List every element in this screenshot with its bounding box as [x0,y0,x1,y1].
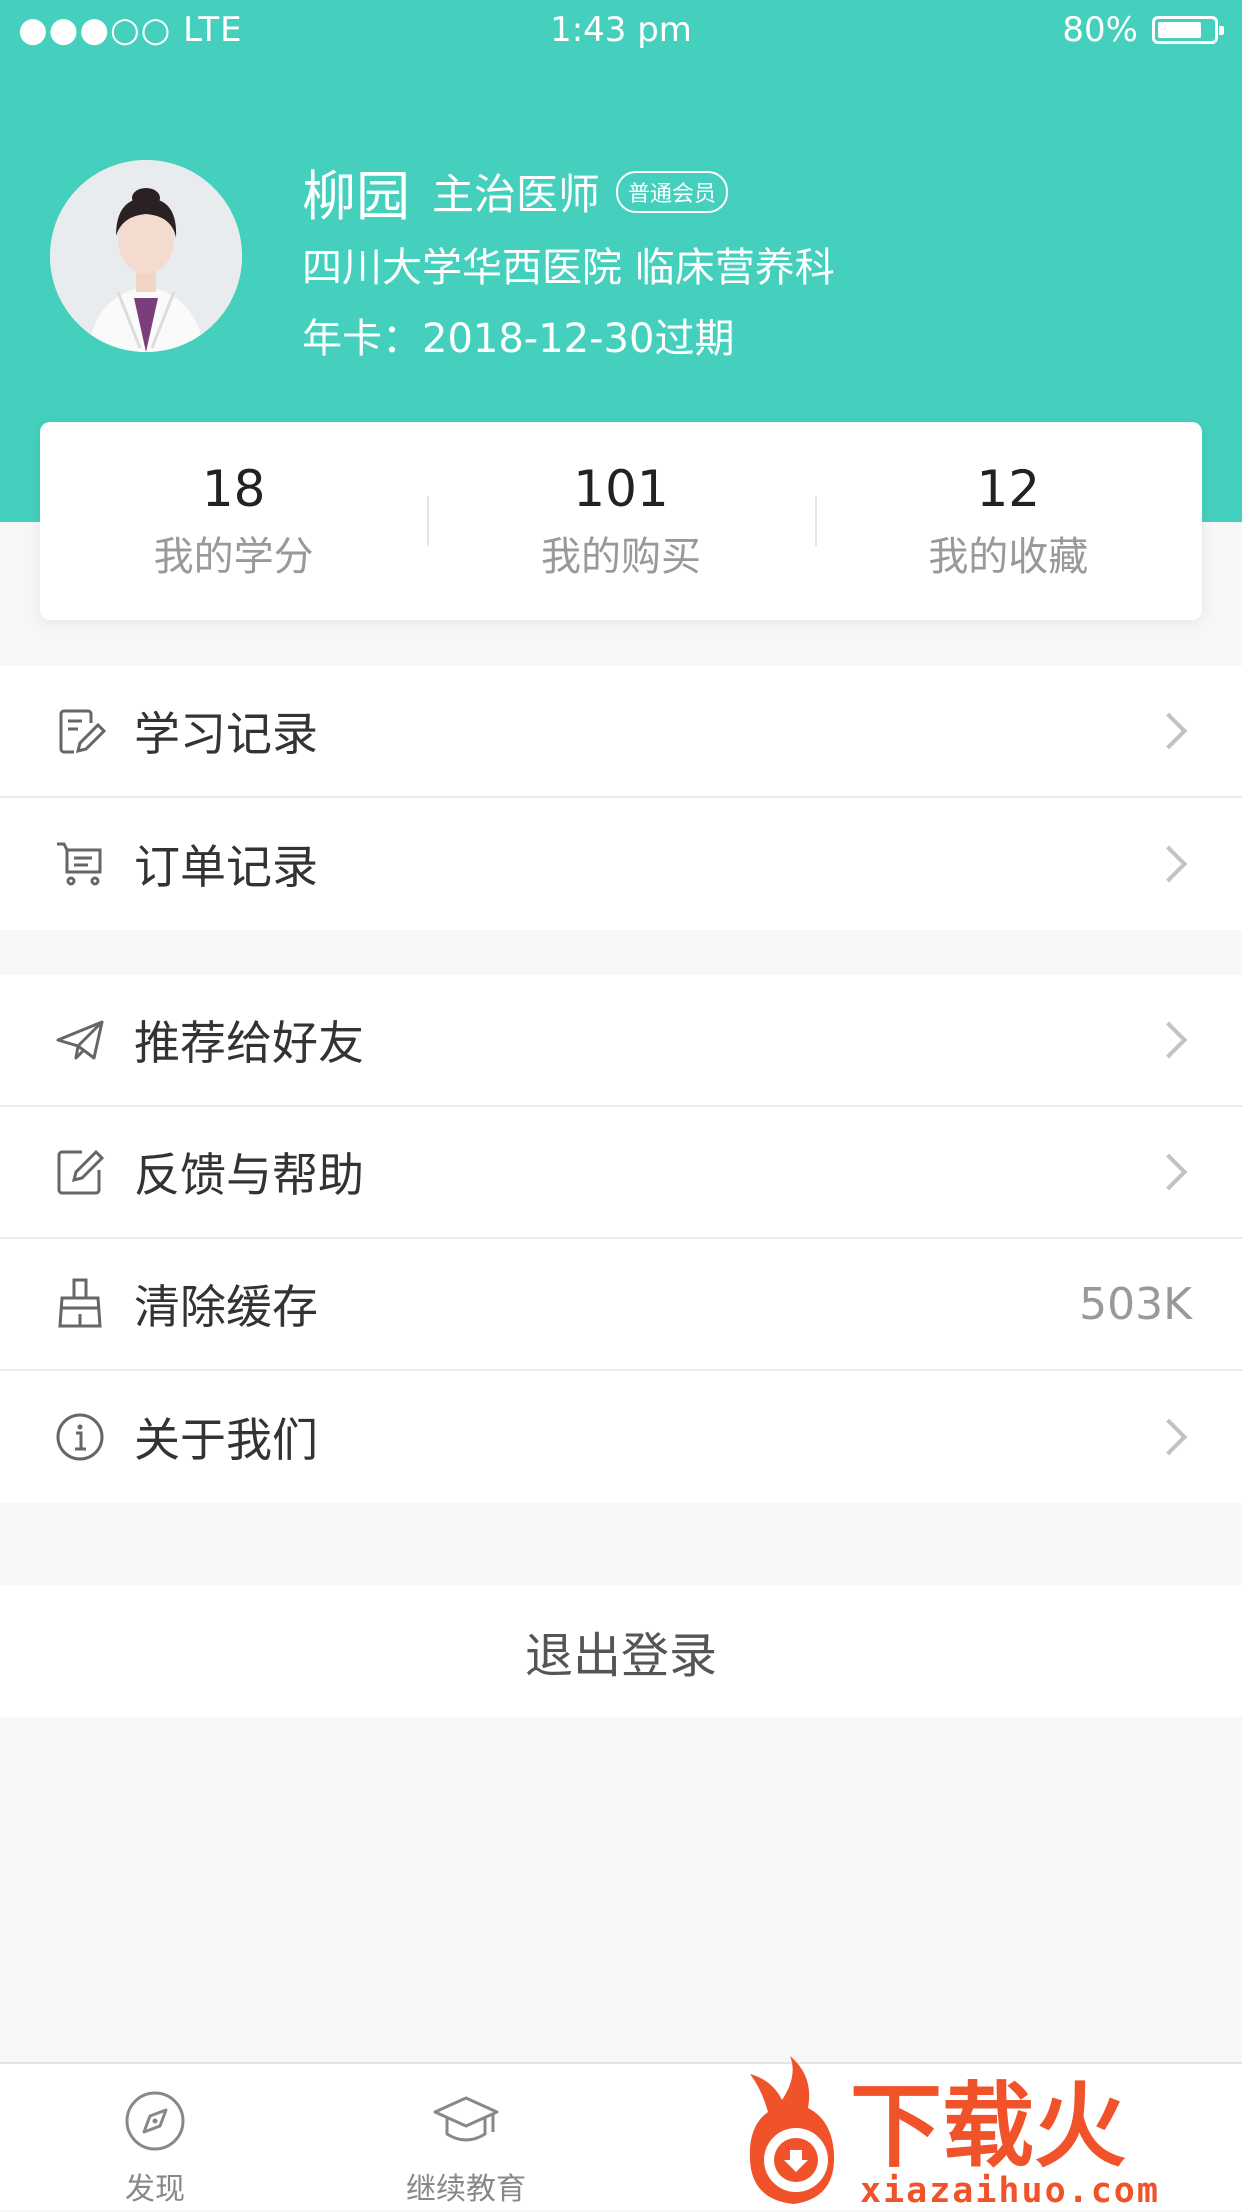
status-time: 1:43 pm [550,10,692,50]
watermark-brand: 下载火 [850,2073,1126,2180]
stat-label: 我的购买 [540,534,701,580]
cart-icon [54,838,106,890]
menu-label: 订单记录 [134,840,318,894]
watermark: 下载火 xiazaihuo.com [738,2050,1242,2211]
stat-value: 12 [976,460,1041,518]
battery-icon [1152,16,1224,44]
battery-fill [1158,22,1202,38]
menu-item-clear-cache[interactable]: 清除缓存 503K [0,1239,1242,1371]
tab-label: 发现 [125,2172,185,2207]
menu-item-feedback[interactable]: 反馈与帮助 [0,1107,1242,1239]
menu-item-about[interactable]: 关于我们 [0,1371,1242,1503]
menu-item-study-record[interactable]: 学习记录 [0,666,1242,798]
stat-value: 101 [573,460,669,518]
stat-favorites[interactable]: 12 我的收藏 [814,422,1202,620]
chevron-right-icon [1150,1418,1188,1456]
menu-group-records: 学习记录 订单记录 [0,666,1242,930]
menu-label: 关于我们 [134,1413,318,1467]
paper-plane-icon [54,1014,106,1066]
tab-label: 继续教育 [406,2172,526,2207]
compass-icon [55,2086,255,2156]
broom-icon [54,1278,106,1330]
tab-continuing-education[interactable]: 继续教育 [366,2086,566,2208]
menu-label: 学习记录 [134,707,318,761]
profile-title: 主治医师 [432,170,601,219]
profile-name: 柳园 [302,165,410,228]
stat-label: 我的学分 [153,534,314,580]
logout-button[interactable]: 退出登录 [0,1585,1242,1717]
graduation-cap-icon [366,2086,566,2156]
menu-group-settings: 推荐给好友 反馈与帮助 清除缓存 503K 关于我们 [0,975,1242,1503]
tab-discover[interactable]: 发现 [55,2086,255,2208]
menu-item-order-record[interactable]: 订单记录 [0,798,1242,930]
menu-item-recommend[interactable]: 推荐给好友 [0,975,1242,1107]
profile-hospital: 四川大学华西医院 临床营养科 [302,245,835,291]
edit-icon [54,1146,106,1198]
member-badge: 普通会员 [616,170,729,213]
watermark-logo-icon [749,2056,835,2204]
chevron-right-icon [1150,712,1188,750]
cache-size: 503K [1079,1278,1192,1330]
stat-label: 我的收藏 [928,534,1089,580]
chevron-right-icon [1150,845,1188,883]
battery-percentage: 80% [1062,10,1138,50]
info-icon [54,1411,106,1463]
watermark-url: xiazaihuo.com [860,2171,1160,2208]
menu-label: 推荐给好友 [134,1016,364,1070]
stat-credits[interactable]: 18 我的学分 [40,422,427,620]
stat-purchases[interactable]: 101 我的购买 [427,422,814,620]
status-bar: ●●●○○ LTE 1:43 pm 80% [0,0,1242,60]
stats-card: 18 我的学分 101 我的购买 12 我的收藏 [40,422,1202,620]
study-record-icon [54,705,106,757]
menu-label: 清除缓存 [134,1280,318,1334]
stat-value: 18 [201,460,266,518]
avatar[interactable] [50,160,242,352]
profile-expiry: 年卡：2018-12-30过期 [302,316,735,362]
chevron-right-icon [1150,1153,1188,1191]
chevron-right-icon [1150,1021,1188,1059]
menu-label: 反馈与帮助 [134,1148,364,1202]
